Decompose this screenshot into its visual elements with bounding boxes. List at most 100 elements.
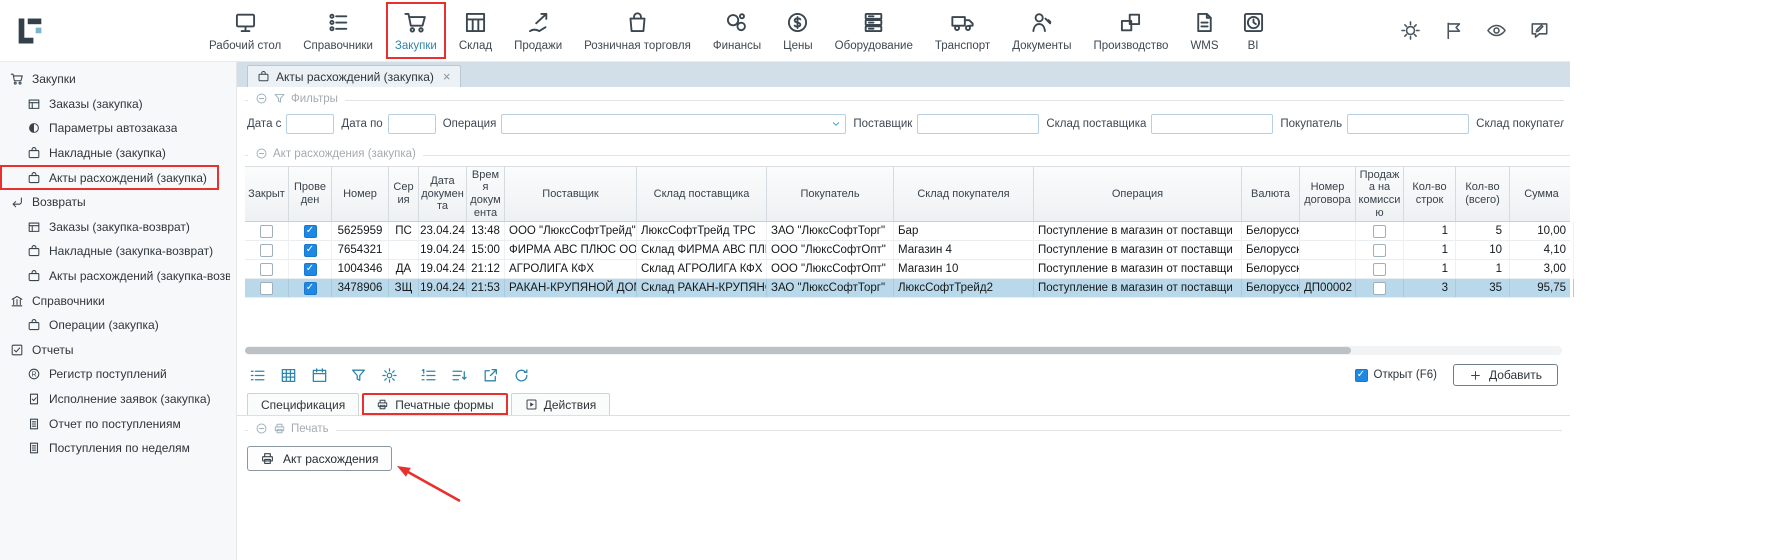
- column-header[interactable]: Валюта: [1242, 167, 1300, 221]
- tab-close-icon[interactable]: ×: [443, 69, 451, 84]
- top-nav-item[interactable]: Рабочий стол: [198, 0, 292, 61]
- column-header[interactable]: Проведен: [289, 167, 332, 221]
- column-header[interactable]: Поставщик: [505, 167, 637, 221]
- sidebar-item[interactable]: Накладные (закупка): [0, 141, 236, 166]
- table-row[interactable]: 1004346ДА19.04.2421:12АГРОЛИГА КФХСклад …: [245, 260, 1570, 279]
- cell-supplier_warehouse: ЛюксСофтТрейд ТРС: [637, 222, 767, 240]
- sidebar-item[interactable]: Закупки: [0, 67, 236, 92]
- commission-checkbox[interactable]: [1373, 263, 1386, 276]
- closed-checkbox[interactable]: [260, 244, 273, 257]
- top-nav-item[interactable]: Документы: [1001, 0, 1082, 61]
- filter-input[interactable]: [917, 114, 1039, 134]
- column-header[interactable]: Склад поставщика: [637, 167, 767, 221]
- column-header[interactable]: Закрыт: [245, 167, 289, 221]
- commission-checkbox[interactable]: [1373, 244, 1386, 257]
- sidebar-item[interactable]: Заказы (закупка-возврат): [0, 215, 236, 240]
- column-header[interactable]: Дата документа: [419, 167, 467, 221]
- posted-checkbox[interactable]: [304, 263, 317, 276]
- sidebar-item[interactable]: Акты расхождений (закупка-возвра: [0, 264, 236, 289]
- sidebar-item[interactable]: RРегистр поступлений: [0, 362, 236, 387]
- print-act-button[interactable]: Акт расхождения: [247, 446, 392, 471]
- sidebar-item[interactable]: Накладные (закупка-возврат): [0, 239, 236, 264]
- top-nav-item[interactable]: Склад: [448, 0, 503, 61]
- column-header[interactable]: Склад покупателя: [894, 167, 1034, 221]
- column-header[interactable]: Номер: [332, 167, 389, 221]
- top-nav-item[interactable]: Транспорт: [924, 0, 1001, 61]
- filter-input[interactable]: [286, 114, 334, 134]
- closed-checkbox[interactable]: [260, 282, 273, 295]
- collapse-icon[interactable]: [255, 92, 268, 105]
- sidebar-item[interactable]: Справочники: [0, 288, 236, 313]
- numbered-list-icon[interactable]: [420, 367, 437, 384]
- commission-checkbox[interactable]: [1373, 225, 1386, 238]
- closed-checkbox[interactable]: [260, 263, 273, 276]
- refresh-icon[interactable]: [513, 367, 530, 384]
- column-header[interactable]: Сумма: [1510, 167, 1570, 221]
- building-icon: [10, 294, 24, 308]
- sidebar-item[interactable]: Операции (закупка): [0, 313, 236, 338]
- bottom-tab[interactable]: Действия: [511, 393, 611, 415]
- column-header[interactable]: Покупатель: [767, 167, 894, 221]
- brightness-icon[interactable]: [1400, 20, 1421, 41]
- feedback-icon[interactable]: [1529, 20, 1550, 41]
- posted-checkbox[interactable]: [304, 282, 317, 295]
- commission-checkbox[interactable]: [1373, 282, 1386, 295]
- top-nav-item[interactable]: WMS: [1179, 0, 1229, 61]
- column-header[interactable]: Кол-во строк: [1404, 167, 1456, 221]
- open-f6-checkbox[interactable]: [1355, 369, 1368, 382]
- column-header[interactable]: Кол-во (всего): [1456, 167, 1510, 221]
- column-header[interactable]: Время документа: [467, 167, 505, 221]
- table-row[interactable]: 5625959ПС23.04.2413:48ООО "ЛюксСофтТрейд…: [245, 222, 1570, 241]
- top-nav-item[interactable]: Оборудование: [824, 0, 924, 61]
- collapse-icon[interactable]: [255, 422, 268, 435]
- sort-desc-icon[interactable]: [451, 367, 468, 384]
- top-nav-item[interactable]: BI: [1230, 0, 1277, 61]
- filter-input[interactable]: [388, 114, 436, 134]
- top-nav-item[interactable]: Продажи: [503, 0, 573, 61]
- column-header[interactable]: Серия: [389, 167, 419, 221]
- column-header[interactable]: Операция: [1034, 167, 1242, 221]
- sidebar-item[interactable]: Заказы (закупка): [0, 92, 236, 117]
- export-icon[interactable]: [482, 367, 499, 384]
- list-view-icon[interactable]: [249, 367, 266, 384]
- filter-input[interactable]: [1151, 114, 1273, 134]
- posted-checkbox[interactable]: [304, 244, 317, 257]
- column-header[interactable]: Продажа на комиссию: [1356, 167, 1404, 221]
- collapse-icon[interactable]: [255, 147, 268, 160]
- top-nav-item[interactable]: Финансы: [702, 0, 772, 61]
- sidebar-item[interactable]: Отчеты: [0, 338, 236, 363]
- sidebar-item[interactable]: Исполнение заявок (закупка): [0, 387, 236, 412]
- calendar-icon[interactable]: [311, 367, 328, 384]
- top-nav-item[interactable]: Цены: [772, 0, 824, 61]
- tab-acts-discrepancy[interactable]: Акты расхождений (закупка) ×: [247, 65, 461, 87]
- horizontal-scrollbar[interactable]: [245, 346, 1562, 355]
- gear-icon[interactable]: [381, 367, 398, 384]
- sidebar-item[interactable]: Отчет по поступлениям: [0, 411, 236, 436]
- sidebar-item[interactable]: Параметры автозаказа: [0, 116, 236, 141]
- app-logo[interactable]: [10, 11, 50, 51]
- table-row[interactable]: 3478906ЗЩ19.04.2421:53РАКАН-КРУПЯНОЙ ДОМ…: [245, 279, 1570, 298]
- filter-icon[interactable]: [350, 367, 367, 384]
- add-button[interactable]: Добавить: [1453, 364, 1558, 386]
- column-header[interactable]: Номер договора: [1300, 167, 1356, 221]
- sidebar-item[interactable]: Возвраты: [0, 190, 236, 215]
- sidebar-item[interactable]: Поступления по неделям: [0, 436, 236, 461]
- posted-checkbox[interactable]: [304, 225, 317, 238]
- top-nav-item[interactable]: Производство: [1082, 0, 1179, 61]
- eye-icon[interactable]: [1486, 20, 1507, 41]
- cell-series: ПС: [389, 222, 419, 240]
- table-view-icon[interactable]: [280, 367, 297, 384]
- open-f6-toggle[interactable]: Открыт (F6): [1355, 369, 1437, 382]
- filter-select[interactable]: [501, 114, 846, 134]
- closed-checkbox[interactable]: [260, 225, 273, 238]
- bottom-tab[interactable]: Печатные формы: [362, 393, 507, 415]
- scrollbar-thumb[interactable]: [245, 347, 1351, 354]
- top-nav-item[interactable]: Справочники: [292, 0, 384, 61]
- table-row[interactable]: 765432119.04.2415:00ФИРМА АВС ПЛЮС ОООСк…: [245, 241, 1570, 260]
- top-nav-item[interactable]: Закупки: [384, 0, 448, 61]
- bottom-tab[interactable]: Спецификация: [247, 393, 359, 415]
- flag-icon[interactable]: [1443, 20, 1464, 41]
- filter-input[interactable]: [1347, 114, 1469, 134]
- top-nav-item[interactable]: Розничная торговля: [573, 0, 702, 61]
- sidebar-item[interactable]: Акты расхождений (закупка): [0, 165, 219, 190]
